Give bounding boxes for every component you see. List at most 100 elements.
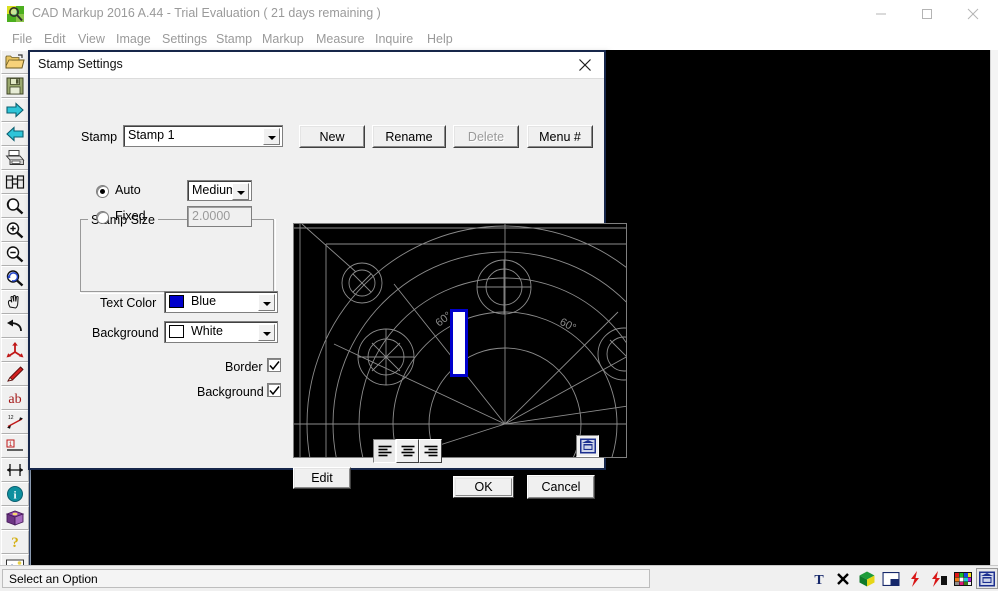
- chevron-down-icon[interactable]: [258, 294, 275, 311]
- text-ab-icon[interactable]: ab: [1, 386, 29, 410]
- window-layout-icon[interactable]: [880, 568, 902, 589]
- close-button[interactable]: [950, 0, 996, 28]
- text-color-select[interactable]: Blue: [164, 291, 278, 313]
- menu-file[interactable]: File: [8, 31, 36, 48]
- new-button[interactable]: New: [299, 125, 365, 148]
- measure-icon[interactable]: [1, 458, 29, 482]
- vertical-scrollbar[interactable]: [990, 50, 998, 565]
- lightning-icon[interactable]: [904, 568, 926, 589]
- border-checkbox[interactable]: [267, 358, 281, 372]
- stamp-size-select[interactable]: Medium: [187, 180, 252, 201]
- text-tool-icon[interactable]: T: [808, 568, 830, 589]
- auto-radio[interactable]: [96, 185, 109, 198]
- fixed-radio[interactable]: [96, 211, 109, 224]
- svg-text:?: ?: [11, 535, 19, 551]
- help-key-icon[interactable]: ?: [1, 530, 29, 554]
- menu-number-button[interactable]: Menu #: [527, 125, 593, 148]
- dialog-close-icon[interactable]: [568, 53, 602, 77]
- next-arrow-icon[interactable]: [1, 98, 29, 122]
- chevron-down-icon[interactable]: [263, 128, 280, 145]
- edit-button-label: Edit: [294, 468, 350, 488]
- status-message: Select an Option: [9, 572, 98, 586]
- statusbar: Select an Option T: [0, 565, 998, 591]
- chevron-down-icon[interactable]: [258, 324, 275, 341]
- minimize-button[interactable]: [858, 0, 904, 28]
- stamp-image-icon[interactable]: [576, 435, 599, 457]
- text-color-swatch: [169, 295, 184, 308]
- background-color-label: Background: [92, 326, 159, 340]
- open-folder-icon[interactable]: [1, 50, 29, 74]
- undo-icon[interactable]: [1, 314, 29, 338]
- cad-markup-icon: [6, 4, 26, 24]
- menu-measure[interactable]: Measure: [312, 31, 369, 48]
- menu-image[interactable]: Image: [112, 31, 155, 48]
- rename-button[interactable]: Rename: [372, 125, 446, 148]
- pencil-icon[interactable]: [1, 362, 29, 386]
- menu-settings[interactable]: Settings: [158, 31, 211, 48]
- status-icon-group: T: [808, 568, 998, 589]
- cube-3d-icon[interactable]: [856, 568, 878, 589]
- fixed-size-value: 2.0000: [192, 209, 231, 223]
- stamp-settings-dialog: Stamp Settings Stamp Stamp 1 New Rename: [28, 50, 627, 499]
- svg-text:ab: ab: [8, 392, 21, 406]
- preview-annotation-1: 60°: [558, 316, 578, 334]
- menu-edit[interactable]: Edit: [40, 31, 70, 48]
- move-axis-icon[interactable]: [1, 338, 29, 362]
- menu-markup[interactable]: Markup: [258, 31, 308, 48]
- print-icon[interactable]: [1, 146, 29, 170]
- zoom-previous-icon[interactable]: [1, 266, 29, 290]
- previous-arrow-icon[interactable]: [1, 122, 29, 146]
- svg-text:12: 12: [8, 415, 14, 421]
- align-right-button[interactable]: [419, 439, 442, 463]
- align-center-button[interactable]: [396, 439, 419, 463]
- cancel-button-label: Cancel: [528, 476, 594, 498]
- menu-help[interactable]: Help: [423, 31, 457, 48]
- background-color-select[interactable]: White: [164, 321, 278, 343]
- background-color-value: White: [191, 324, 223, 338]
- ok-button[interactable]: OK: [452, 475, 515, 499]
- application-window: CAD Markup 2016 A.44 - Trial Evaluation …: [0, 0, 998, 591]
- edit-button[interactable]: Edit: [293, 467, 351, 489]
- fixed-radio-label: Fixed: [115, 209, 146, 223]
- auto-radio-label: Auto: [115, 183, 141, 197]
- new-button-label: New: [300, 126, 364, 147]
- text-color-value: Blue: [191, 294, 217, 308]
- svg-text:T: T: [814, 573, 824, 587]
- book-icon[interactable]: [1, 506, 29, 530]
- binoculars-icon[interactable]: [1, 170, 29, 194]
- window-title: CAD Markup 2016 A.44 - Trial Evaluation …: [32, 6, 381, 20]
- stamp-placement-rect[interactable]: [450, 309, 468, 377]
- menu-stamp[interactable]: Stamp: [212, 31, 256, 48]
- save-disk-icon[interactable]: [1, 74, 29, 98]
- cancel-button[interactable]: Cancel: [527, 475, 595, 499]
- align-left-button[interactable]: [373, 439, 396, 463]
- stamp-label: Stamp: [81, 130, 118, 144]
- dimension-icon[interactable]: 12: [1, 410, 29, 434]
- stamp-select[interactable]: Stamp 1: [123, 125, 283, 147]
- stamp-preview[interactable]: 60° 60°: [293, 223, 627, 458]
- pan-hand-icon[interactable]: [1, 290, 29, 314]
- info-icon[interactable]: i: [1, 482, 29, 506]
- color-palette-icon[interactable]: [952, 568, 974, 589]
- menu-inquire[interactable]: Inquire: [371, 31, 417, 48]
- ok-button-label: OK: [455, 478, 512, 496]
- background-color-swatch: [169, 325, 184, 338]
- background-checkbox[interactable]: [267, 383, 281, 397]
- stamp-size-group: [80, 219, 276, 294]
- menu-view[interactable]: View: [74, 31, 109, 48]
- stamp-image-icon[interactable]: [976, 568, 998, 589]
- zoom-out-icon[interactable]: [1, 242, 29, 266]
- maximize-button[interactable]: [904, 0, 950, 28]
- delete-button-label: Delete: [454, 126, 518, 147]
- dialog-title: Stamp Settings: [38, 57, 123, 71]
- lightning-fill-icon[interactable]: [928, 568, 950, 589]
- zoom-in-icon[interactable]: [1, 218, 29, 242]
- dialog-body: Stamp Stamp 1 New Rename Delete Menu # S…: [30, 79, 627, 499]
- rename-button-label: Rename: [373, 126, 445, 147]
- close-x-icon[interactable]: [832, 568, 854, 589]
- magnifier-icon[interactable]: [1, 194, 29, 218]
- line-number-icon[interactable]: 1: [1, 434, 29, 458]
- status-message-pane: Select an Option: [2, 569, 650, 588]
- delete-button: Delete: [453, 125, 519, 148]
- chevron-down-icon[interactable]: [232, 183, 249, 200]
